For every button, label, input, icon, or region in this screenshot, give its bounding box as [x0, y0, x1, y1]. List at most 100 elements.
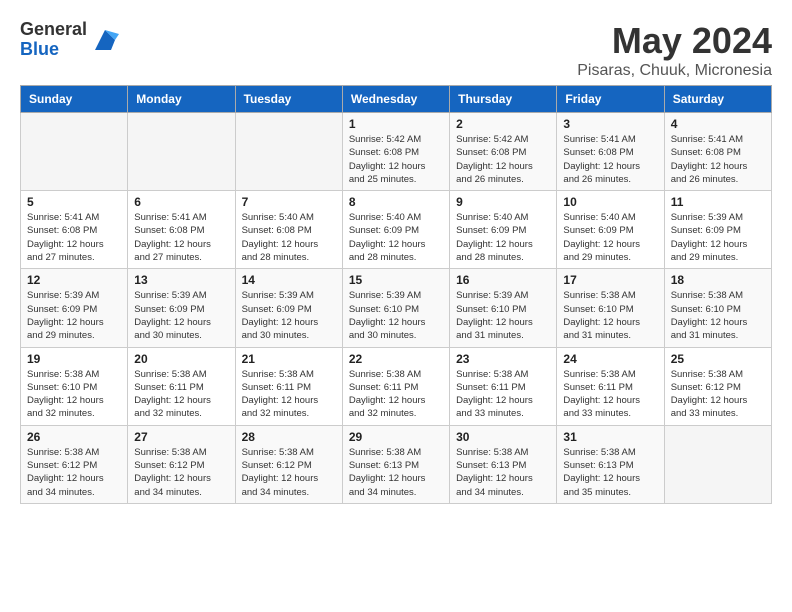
calendar-week-row: 26Sunrise: 5:38 AM Sunset: 6:12 PM Dayli…: [21, 425, 772, 503]
day-number: 13: [134, 273, 228, 287]
day-info: Sunrise: 5:38 AM Sunset: 6:12 PM Dayligh…: [27, 447, 104, 498]
day-number: 15: [349, 273, 443, 287]
calendar-day-cell: 26Sunrise: 5:38 AM Sunset: 6:12 PM Dayli…: [21, 425, 128, 503]
day-number: 14: [242, 273, 336, 287]
calendar-day-cell: 3 Sunrise: 5:41 AM Sunset: 6:08 PM Daylig…: [557, 113, 664, 191]
calendar-day-cell: 25 Sunrise: 5:38 AM Sunset: 6:12 PM Dayli…: [664, 347, 771, 425]
day-info: Sunrise: 5:38 AM Sunset: 6:11 PM Dayligh…: [134, 369, 211, 420]
logo-general-text: General: [20, 20, 87, 40]
title-area: May 2024 Pisaras, Chuuk, Micronesia: [577, 20, 772, 80]
calendar-day-cell: 29 Sunrise: 5:38 AM Sunset: 6:13 PM Dayli…: [342, 425, 449, 503]
calendar-day-cell: 18Sunrise: 5:38 AM Sunset: 6:10 PM Dayli…: [664, 269, 771, 347]
day-number: 16: [456, 273, 550, 287]
calendar-day-cell: 23 Sunrise: 5:38 AM Sunset: 6:11 PM Dayli…: [450, 347, 557, 425]
calendar-day-cell: [235, 113, 342, 191]
calendar-week-row: 12 Sunrise: 5:39 AM Sunset: 6:09 PM Dayli…: [21, 269, 772, 347]
day-info: Sunrise: 5:38 AM Sunset: 6:10 PM Dayligh…: [27, 369, 104, 420]
weekday-header-monday: Monday: [128, 86, 235, 113]
day-info: Sunrise: 5:42 AM Sunset: 6:08 PM Dayligh…: [456, 134, 533, 185]
day-number: 31: [563, 430, 657, 444]
calendar-day-cell: 27 Sunrise: 5:38 AM Sunset: 6:12 PM Dayli…: [128, 425, 235, 503]
day-info: Sunrise: 5:38 AM Sunset: 6:13 PM Dayligh…: [563, 447, 640, 498]
calendar-day-cell: 6Sunrise: 5:41 AM Sunset: 6:08 PM Daylig…: [128, 191, 235, 269]
day-info: Sunrise: 5:38 AM Sunset: 6:11 PM Dayligh…: [349, 369, 426, 420]
day-info: Sunrise: 5:42 AM Sunset: 6:08 PM Dayligh…: [349, 134, 426, 185]
calendar-day-cell: 11Sunrise: 5:39 AM Sunset: 6:09 PM Dayli…: [664, 191, 771, 269]
calendar-week-row: 19Sunrise: 5:38 AM Sunset: 6:10 PM Dayli…: [21, 347, 772, 425]
location-subtitle: Pisaras, Chuuk, Micronesia: [577, 62, 772, 80]
day-number: 30: [456, 430, 550, 444]
calendar-day-cell: 5 Sunrise: 5:41 AM Sunset: 6:08 PM Daylig…: [21, 191, 128, 269]
day-info: Sunrise: 5:38 AM Sunset: 6:11 PM Dayligh…: [242, 369, 319, 420]
calendar-day-cell: [664, 425, 771, 503]
day-number: 12: [27, 273, 121, 287]
day-info: Sunrise: 5:40 AM Sunset: 6:09 PM Dayligh…: [456, 212, 533, 263]
day-info: Sunrise: 5:38 AM Sunset: 6:12 PM Dayligh…: [242, 447, 319, 498]
day-number: 11: [671, 195, 765, 209]
calendar-week-row: 5 Sunrise: 5:41 AM Sunset: 6:08 PM Daylig…: [21, 191, 772, 269]
day-number: 17: [563, 273, 657, 287]
calendar-table: SundayMondayTuesdayWednesdayThursdayFrid…: [20, 85, 772, 504]
day-info: Sunrise: 5:39 AM Sunset: 6:09 PM Dayligh…: [27, 290, 104, 341]
day-number: 29: [349, 430, 443, 444]
day-info: Sunrise: 5:40 AM Sunset: 6:09 PM Dayligh…: [349, 212, 426, 263]
day-info: Sunrise: 5:39 AM Sunset: 6:09 PM Dayligh…: [134, 290, 211, 341]
calendar-day-cell: 16Sunrise: 5:39 AM Sunset: 6:10 PM Dayli…: [450, 269, 557, 347]
day-number: 8: [349, 195, 443, 209]
calendar-day-cell: 20 Sunrise: 5:38 AM Sunset: 6:11 PM Dayli…: [128, 347, 235, 425]
calendar-day-cell: 21 Sunrise: 5:38 AM Sunset: 6:11 PM Dayli…: [235, 347, 342, 425]
day-info: Sunrise: 5:41 AM Sunset: 6:08 PM Dayligh…: [563, 134, 640, 185]
day-number: 6: [134, 195, 228, 209]
day-number: 2: [456, 117, 550, 131]
calendar-day-cell: [128, 113, 235, 191]
day-info: Sunrise: 5:38 AM Sunset: 6:12 PM Dayligh…: [134, 447, 211, 498]
day-number: 24: [563, 352, 657, 366]
calendar-week-row: 1 Sunrise: 5:42 AM Sunset: 6:08 PM Daylig…: [21, 113, 772, 191]
calendar-day-cell: 8 Sunrise: 5:40 AM Sunset: 6:09 PM Daylig…: [342, 191, 449, 269]
weekday-header-tuesday: Tuesday: [235, 86, 342, 113]
day-number: 23: [456, 352, 550, 366]
day-info: Sunrise: 5:40 AM Sunset: 6:08 PM Dayligh…: [242, 212, 319, 263]
day-number: 5: [27, 195, 121, 209]
day-number: 28: [242, 430, 336, 444]
weekday-header-thursday: Thursday: [450, 86, 557, 113]
day-info: Sunrise: 5:38 AM Sunset: 6:12 PM Dayligh…: [671, 369, 748, 420]
day-info: Sunrise: 5:38 AM Sunset: 6:11 PM Dayligh…: [563, 369, 640, 420]
calendar-day-cell: 1 Sunrise: 5:42 AM Sunset: 6:08 PM Daylig…: [342, 113, 449, 191]
calendar-day-cell: 7 Sunrise: 5:40 AM Sunset: 6:08 PM Daylig…: [235, 191, 342, 269]
day-info: Sunrise: 5:40 AM Sunset: 6:09 PM Dayligh…: [563, 212, 640, 263]
logo-icon: [91, 26, 119, 54]
calendar-day-cell: 2 Sunrise: 5:42 AM Sunset: 6:08 PM Daylig…: [450, 113, 557, 191]
day-info: Sunrise: 5:38 AM Sunset: 6:10 PM Dayligh…: [563, 290, 640, 341]
day-number: 25: [671, 352, 765, 366]
day-number: 7: [242, 195, 336, 209]
calendar-day-cell: 12 Sunrise: 5:39 AM Sunset: 6:09 PM Dayli…: [21, 269, 128, 347]
day-info: Sunrise: 5:39 AM Sunset: 6:10 PM Dayligh…: [349, 290, 426, 341]
header: General Blue May 2024 Pisaras, Chuuk, Mi…: [10, 10, 782, 85]
day-number: 3: [563, 117, 657, 131]
calendar-day-cell: 9 Sunrise: 5:40 AM Sunset: 6:09 PM Daylig…: [450, 191, 557, 269]
day-number: 1: [349, 117, 443, 131]
day-number: 10: [563, 195, 657, 209]
day-info: Sunrise: 5:41 AM Sunset: 6:08 PM Dayligh…: [27, 212, 104, 263]
weekday-header-sunday: Sunday: [21, 86, 128, 113]
calendar-day-cell: 4Sunrise: 5:41 AM Sunset: 6:08 PM Daylig…: [664, 113, 771, 191]
calendar-day-cell: 10 Sunrise: 5:40 AM Sunset: 6:09 PM Dayli…: [557, 191, 664, 269]
calendar-day-cell: 24 Sunrise: 5:38 AM Sunset: 6:11 PM Dayli…: [557, 347, 664, 425]
month-year-title: May 2024: [577, 20, 772, 62]
day-number: 27: [134, 430, 228, 444]
calendar-day-cell: 31 Sunrise: 5:38 AM Sunset: 6:13 PM Dayli…: [557, 425, 664, 503]
day-info: Sunrise: 5:39 AM Sunset: 6:09 PM Dayligh…: [242, 290, 319, 341]
day-number: 22: [349, 352, 443, 366]
day-info: Sunrise: 5:38 AM Sunset: 6:13 PM Dayligh…: [349, 447, 426, 498]
day-number: 21: [242, 352, 336, 366]
logo-blue-text: Blue: [20, 40, 87, 60]
day-number: 20: [134, 352, 228, 366]
day-info: Sunrise: 5:41 AM Sunset: 6:08 PM Dayligh…: [671, 134, 748, 185]
weekday-header-friday: Friday: [557, 86, 664, 113]
day-number: 9: [456, 195, 550, 209]
calendar-day-cell: [21, 113, 128, 191]
calendar-day-cell: 28 Sunrise: 5:38 AM Sunset: 6:12 PM Dayli…: [235, 425, 342, 503]
day-info: Sunrise: 5:38 AM Sunset: 6:11 PM Dayligh…: [456, 369, 533, 420]
logo: General Blue: [20, 20, 119, 60]
